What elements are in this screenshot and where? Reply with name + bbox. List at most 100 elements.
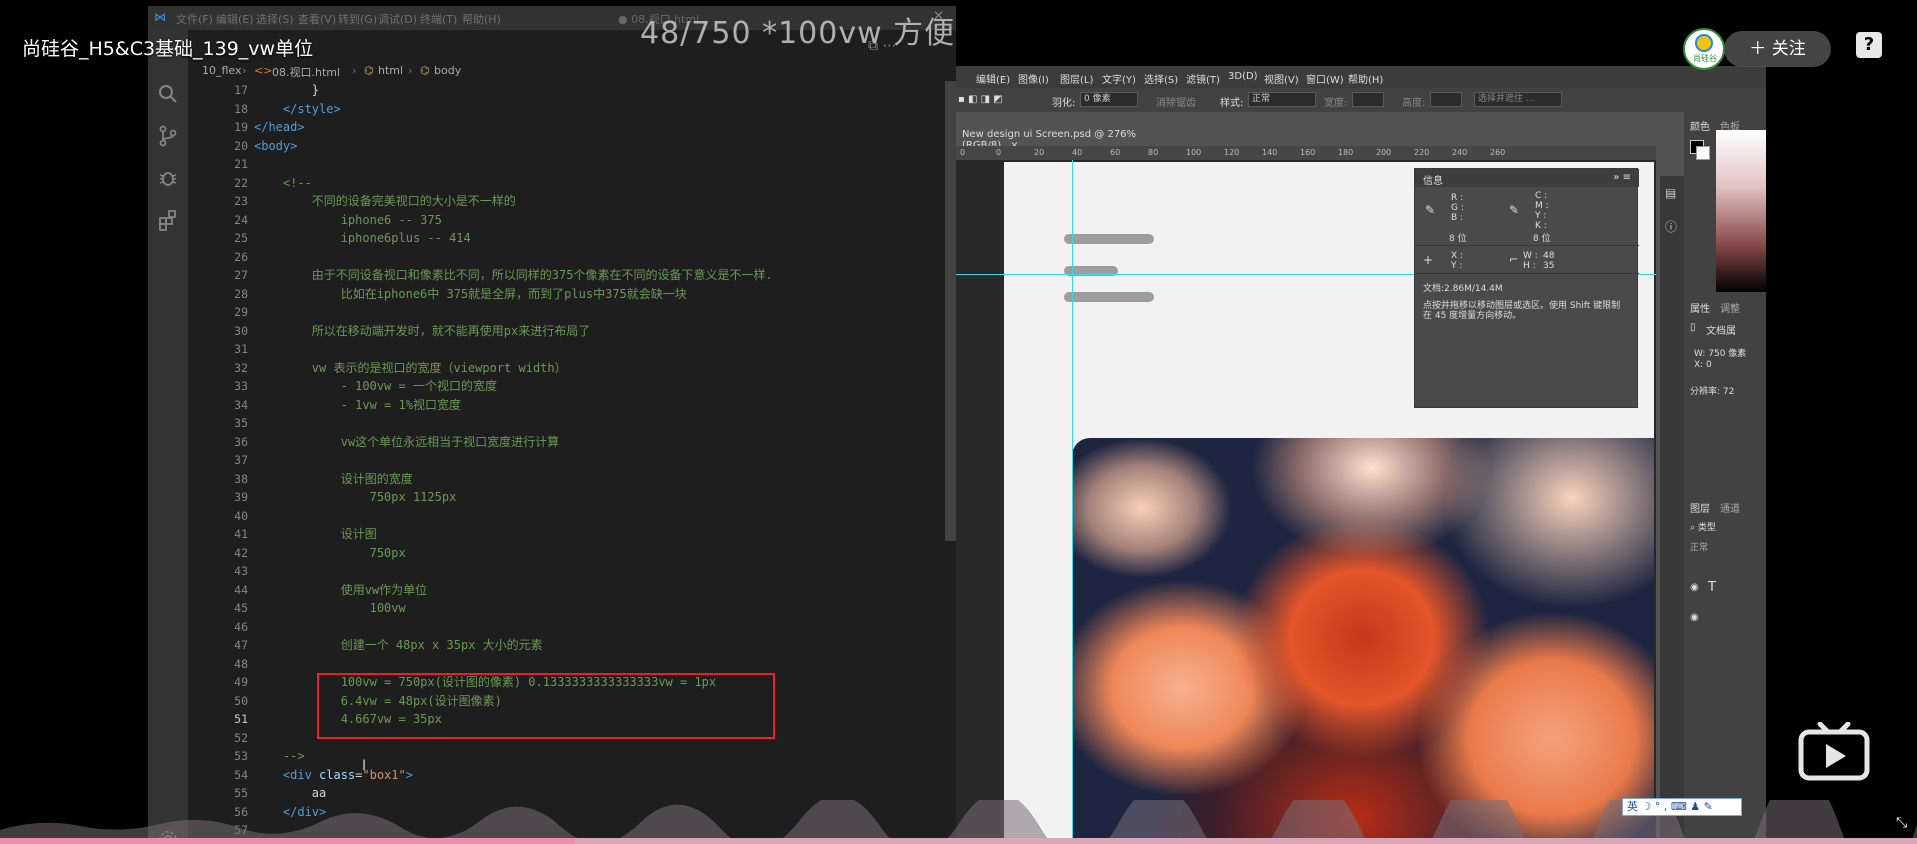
code-line: iphone6plus -- 414	[254, 231, 471, 245]
menu-view[interactable]: 查看(V)	[298, 11, 336, 27]
panel-menu-icon[interactable]: » ≡	[1613, 172, 1631, 183]
line-number: 41	[234, 527, 248, 541]
ps-menu-help[interactable]: 帮助(H)	[1348, 71, 1383, 86]
channels-tab[interactable]: 通道	[1720, 500, 1740, 515]
ime-toolbar[interactable]: 英 ☽ ° , ⌨ ♟ ✎	[1622, 798, 1742, 816]
code-line: 750px	[254, 545, 406, 560]
coord-y: Y :	[1451, 261, 1463, 271]
ps-menu-window[interactable]: 窗口(W)	[1306, 71, 1344, 86]
ruler-tick-label: 260	[1490, 148, 1506, 157]
video-overlay-caption: 48/750 *100vw 方便	[640, 16, 956, 51]
text-layer-icon: T	[1708, 580, 1716, 595]
fullscreen-icon[interactable]: ⤡	[1896, 815, 1907, 831]
code-line: -->	[254, 749, 305, 763]
debug-icon[interactable]	[156, 166, 180, 190]
ps-menu-select[interactable]: 选择(S)	[1144, 71, 1178, 86]
height-input[interactable]	[1430, 92, 1462, 107]
h-value: 35	[1543, 261, 1555, 271]
visibility-eye-icon[interactable]: ◉	[1690, 582, 1699, 593]
color-picker-field[interactable]	[1716, 130, 1766, 292]
feather-input[interactable]: 0 像素	[1080, 92, 1138, 107]
info-icon[interactable]: ⓘ	[1665, 218, 1677, 235]
menu-debug[interactable]: 调试(D)	[378, 11, 417, 27]
properties-tab[interactable]: 属性	[1690, 300, 1710, 315]
menu-help[interactable]: 帮助(H)	[462, 11, 501, 27]
divider	[1415, 245, 1639, 246]
line-number: 18	[234, 101, 248, 116]
ps-document-tab[interactable]: New design ui Screen.psd @ 276%(RGB/8) ×	[956, 126, 1176, 151]
color-tab[interactable]: 颜色	[1690, 118, 1710, 133]
layer-filter-kind[interactable]: ⌕ 类型	[1690, 520, 1716, 533]
ps-ruler: 0 0 20 40 60 80 100 120 140 160 180 200 220 240 260	[956, 146, 1656, 160]
follow-button[interactable]: ＋ 关注	[1724, 31, 1831, 67]
height-label: 高度:	[1402, 98, 1426, 109]
avatar-logo-icon	[1695, 34, 1713, 52]
code-line: 比如在iphone6中 375就是全屏，而到了plus中375就会缺一块	[254, 286, 687, 301]
menu-selection[interactable]: 选择(S)	[256, 11, 294, 27]
ps-menu-layer[interactable]: 图层(L)	[1060, 71, 1093, 86]
code-line: <div class="box1">	[254, 766, 944, 785]
ps-menu-edit[interactable]: 编辑(E)	[976, 71, 1010, 86]
editor-scrollbar[interactable]	[945, 81, 956, 541]
code-token: <div	[254, 767, 320, 782]
width-input[interactable]	[1352, 92, 1384, 107]
code-token: "box1"	[362, 767, 406, 782]
selection-mode-icons[interactable]: ▪ ◧ ◨ ◩	[958, 94, 1003, 105]
avatar[interactable]: 尚硅谷	[1683, 28, 1725, 70]
line-number: 28	[234, 286, 248, 301]
select-and-mask-button[interactable]: 选择并遮住 ...	[1474, 92, 1562, 107]
visibility-eye-icon[interactable]: ◉	[1690, 612, 1699, 623]
menu-file[interactable]: 文件(F)	[176, 11, 213, 27]
layers-tab[interactable]: 图层	[1690, 500, 1710, 515]
blend-mode[interactable]: 正常	[1690, 540, 1708, 553]
ps-menu-view[interactable]: 视图(V)	[1264, 71, 1299, 86]
source-control-icon[interactable]	[156, 124, 180, 148]
video-title: 尚硅谷_H5&C3基础_139_vw单位	[22, 38, 314, 60]
line-number: 51	[234, 712, 248, 726]
extensions-icon[interactable]	[156, 208, 180, 232]
placeholder-bar	[1064, 234, 1154, 244]
ruler-tick-label: 0	[996, 148, 1002, 157]
eyedropper-icon: ✎	[1509, 203, 1520, 217]
doc-size: 文档:2.86M/14.4M	[1423, 284, 1503, 294]
menu-goto[interactable]: 转到(G)	[338, 11, 377, 27]
cmyk-y: Y :	[1535, 211, 1547, 221]
ps-menu-3d[interactable]: 3D(D)	[1228, 71, 1258, 82]
element-icon: ⌬	[420, 64, 430, 77]
code-line: 设计图	[254, 527, 377, 541]
play-icon[interactable]	[1798, 722, 1870, 782]
antialias-checkbox[interactable]: 消除锯齿	[1156, 94, 1196, 109]
line-number: 32	[234, 360, 248, 375]
breadcrumb-folder[interactable]: 10_flex	[202, 64, 242, 77]
ps-menu-filter[interactable]: 滤镜(T)	[1186, 71, 1220, 86]
ps-menu-image[interactable]: 图像(I)	[1018, 71, 1049, 86]
code-line: 由于不同设备视口和像素比不同，所以同样的375个像素在不同的设备下意义是不一样.	[254, 268, 773, 282]
line-number: 36	[234, 434, 248, 449]
line-number: 37	[234, 453, 248, 467]
code-line: 使用vw作为单位	[254, 582, 428, 597]
search-icon[interactable]	[156, 82, 180, 106]
line-number: 17	[234, 83, 248, 97]
line-number: 21	[234, 157, 248, 171]
menu-edit[interactable]: 编辑(E)	[216, 11, 254, 27]
breadcrumb-body[interactable]: body	[434, 64, 461, 77]
jellyfish-photo	[1072, 438, 1654, 844]
histogram-icon[interactable]: ▤	[1665, 186, 1676, 200]
line-number: 27	[234, 268, 248, 282]
help-button[interactable]: ?	[1856, 32, 1882, 58]
menu-terminal[interactable]: 终端(T)	[420, 11, 457, 27]
style-select[interactable]: 正常	[1248, 92, 1316, 107]
line-number: 35	[234, 416, 248, 430]
document-icon: ▯	[1690, 322, 1696, 333]
breadcrumb-html[interactable]: html	[378, 64, 403, 77]
line-number: 38	[234, 471, 248, 486]
adjustments-tab[interactable]: 调整	[1720, 300, 1740, 315]
breadcrumb-file[interactable]: 08.视口.html	[272, 64, 340, 80]
ps-menu-type[interactable]: 文字(Y)	[1102, 71, 1136, 86]
background-color-swatch[interactable]	[1696, 146, 1710, 160]
html-file-icon: <>	[254, 64, 273, 77]
line-number: 50	[234, 693, 248, 708]
code-line: vw这个单位永远相当于视口宽度进行计算	[254, 434, 560, 449]
